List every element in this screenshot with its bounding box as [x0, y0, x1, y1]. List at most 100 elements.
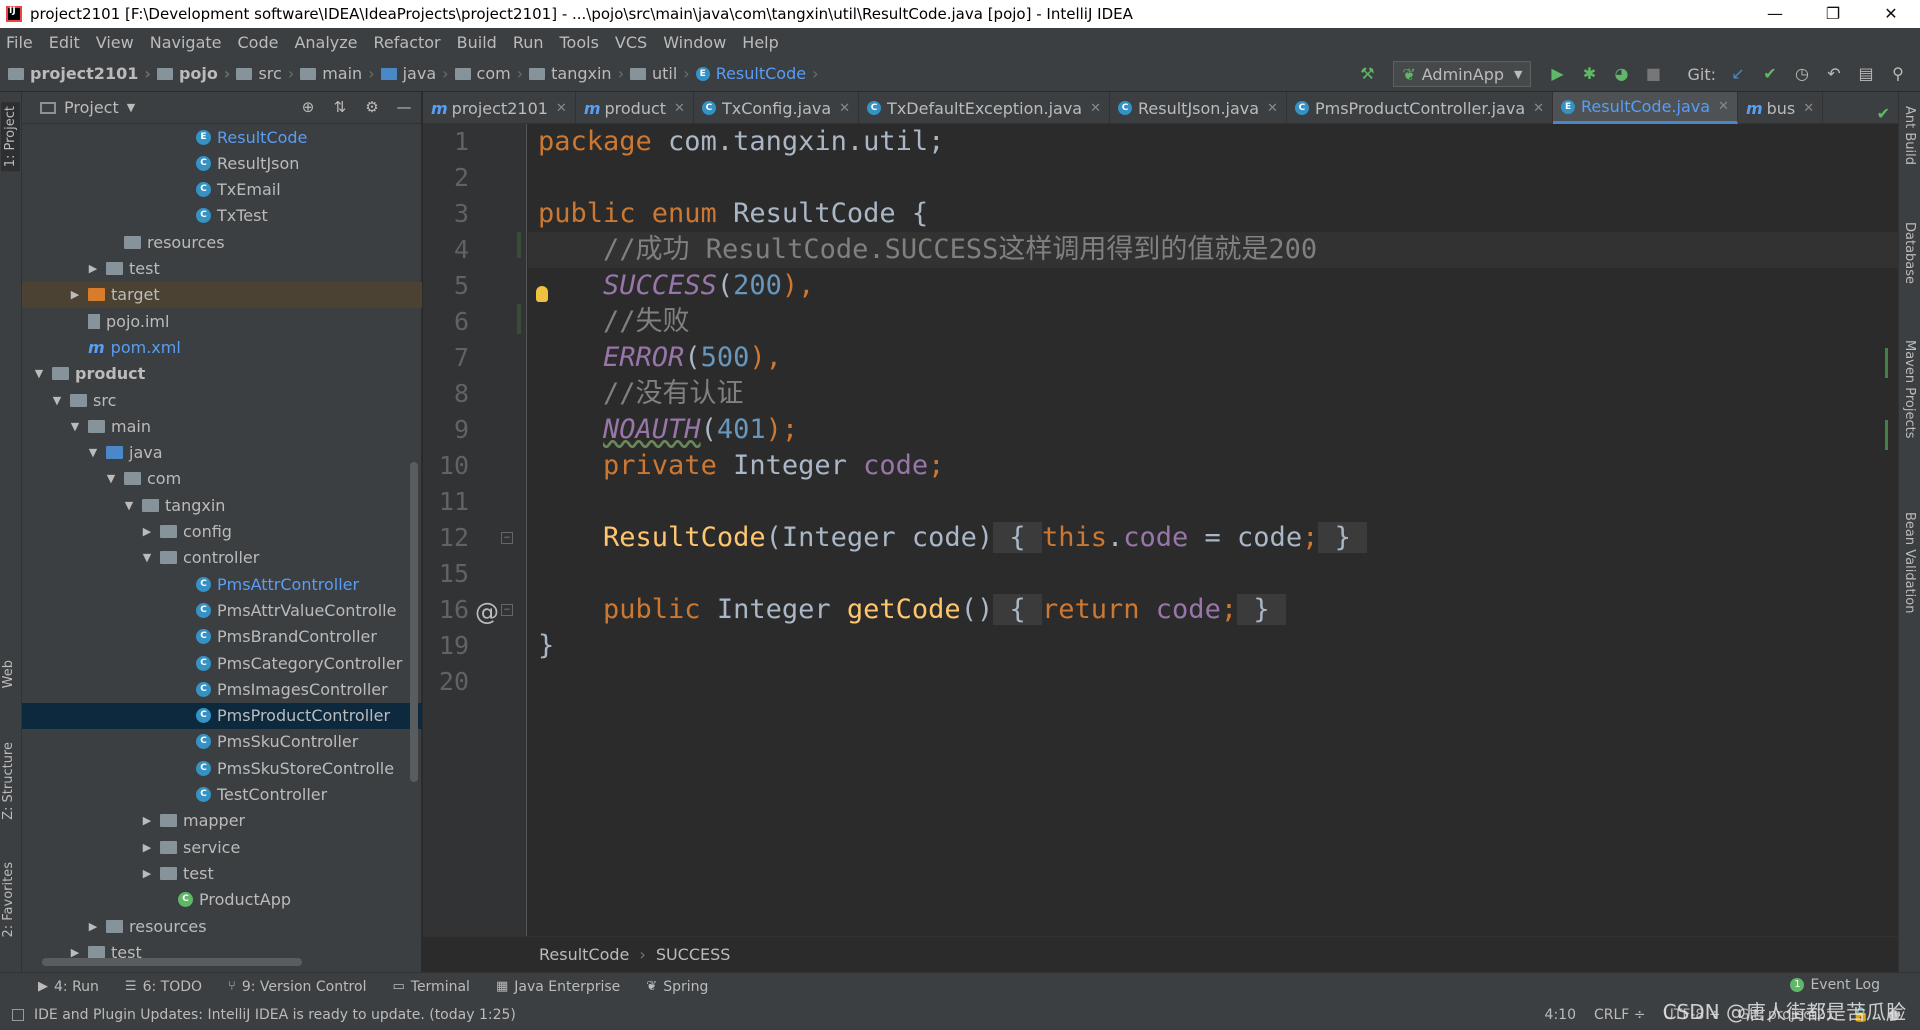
tool-tab-project[interactable]: 1: Project: [1, 102, 20, 172]
tree-item[interactable]: C PmsImagesController: [22, 676, 422, 702]
coverage-icon[interactable]: ◕: [1610, 63, 1632, 85]
tree-item[interactable]: ▶ test: [22, 256, 422, 282]
tree-item[interactable]: ▼ com: [22, 466, 422, 492]
git-update-icon[interactable]: ↙: [1727, 63, 1749, 85]
chevron-down-icon[interactable]: ▼: [127, 101, 135, 114]
tree-item[interactable]: m pom.xml: [22, 334, 422, 360]
menu-build[interactable]: Build: [457, 33, 497, 52]
crumb-project[interactable]: project2101 ›: [8, 64, 151, 83]
close-tab-icon[interactable]: ✕: [1090, 101, 1101, 116]
search-icon[interactable]: ⚲: [1887, 63, 1909, 85]
tree-item[interactable]: C PmsSkuStoreControlle: [22, 755, 422, 781]
tree-item[interactable]: ▼ java: [22, 440, 422, 466]
expanded-arrow-icon[interactable]: ▼: [122, 499, 136, 512]
tree-item[interactable]: pojo.iml: [22, 308, 422, 334]
project-structure-icon[interactable]: ▤: [1855, 63, 1877, 85]
collapsed-arrow-icon[interactable]: ▶: [140, 867, 154, 880]
tree-item[interactable]: ▶ config: [22, 519, 422, 545]
line-separator-select[interactable]: CRLF ÷: [1594, 1007, 1646, 1023]
tool-tab-favorites[interactable]: 2: Favorites: [1, 862, 16, 938]
crumb-com[interactable]: com ›: [454, 64, 523, 83]
tree-item[interactable]: C ProductApp: [22, 887, 422, 913]
gear-icon[interactable]: ⚙: [361, 98, 383, 118]
menu-window[interactable]: Window: [663, 33, 726, 52]
scroll-marker[interactable]: [1885, 348, 1888, 378]
collapsed-arrow-icon[interactable]: ▶: [140, 814, 154, 827]
tree-item[interactable]: ▼ controller: [22, 545, 422, 571]
tree-item[interactable]: ▼ main: [22, 413, 422, 439]
close-tab-icon[interactable]: ✕: [556, 101, 567, 116]
revert-icon[interactable]: ↶: [1823, 63, 1845, 85]
tool-tab-bean-validation[interactable]: Bean Validation: [1902, 512, 1917, 613]
collapsed-arrow-icon[interactable]: ▶: [86, 920, 100, 933]
close-tab-icon[interactable]: ✕: [1267, 101, 1278, 116]
tree-item[interactable]: C TxEmail: [22, 177, 422, 203]
bottom-tool-button[interactable]: ▦ Java Enterprise: [496, 979, 620, 995]
menu-view[interactable]: View: [96, 33, 134, 52]
collapse-all-icon[interactable]: ⇅: [329, 98, 351, 118]
tree-horizontal-scrollbar[interactable]: [42, 958, 302, 966]
collapsed-arrow-icon[interactable]: ▶: [68, 946, 82, 959]
menu-vcs[interactable]: VCS: [615, 33, 647, 52]
editor-tab[interactable]: m bus ✕: [1738, 92, 1824, 124]
expanded-arrow-icon[interactable]: ▼: [140, 551, 154, 564]
tree-item[interactable]: C ResultJson: [22, 150, 422, 176]
tree-item[interactable]: ▼ product: [22, 361, 422, 387]
lightbulb-icon[interactable]: [536, 286, 548, 302]
tree-item[interactable]: C PmsSkuController: [22, 729, 422, 755]
expanded-arrow-icon[interactable]: ▼: [68, 420, 82, 433]
menu-tools[interactable]: Tools: [560, 33, 599, 52]
tree-item[interactable]: ▼ src: [22, 387, 422, 413]
collapsed-arrow-icon[interactable]: ▶: [140, 525, 154, 538]
run-config-select[interactable]: ❦ AdminApp ▼: [1393, 61, 1532, 87]
crumb-tangxin[interactable]: tangxin ›: [529, 64, 624, 83]
collapsed-arrow-icon[interactable]: ▶: [140, 841, 154, 854]
debug-icon[interactable]: ✱: [1578, 63, 1600, 85]
code-area[interactable]: package com.tangxin.util; public enum Re…: [528, 124, 1898, 936]
editor-tab[interactable]: C ResultJson.java ✕: [1110, 92, 1287, 124]
tree-item[interactable]: ▶ target: [22, 281, 422, 308]
tree-item[interactable]: C TestController: [22, 782, 422, 808]
menu-run[interactable]: Run: [513, 33, 544, 52]
tree-item[interactable]: ▼ tangxin: [22, 492, 422, 518]
menu-help[interactable]: Help: [742, 33, 778, 52]
bottom-tool-button[interactable]: ☰ 6: TODO: [125, 979, 202, 995]
run-icon[interactable]: ▶: [1546, 63, 1568, 85]
build-hammer-icon[interactable]: ⚒: [1356, 63, 1378, 85]
crumb-util[interactable]: util ›: [629, 64, 690, 83]
editor-tab[interactable]: m product ✕: [576, 92, 694, 124]
hide-icon[interactable]: —: [393, 98, 415, 118]
scroll-marker[interactable]: [1885, 420, 1888, 450]
menu-edit[interactable]: Edit: [49, 33, 80, 52]
tree-item[interactable]: C PmsAttrController: [22, 571, 422, 597]
tree-vertical-scrollbar[interactable]: [410, 462, 418, 782]
collapsed-arrow-icon[interactable]: ▶: [86, 262, 100, 275]
caret-position[interactable]: 4:10: [1545, 1007, 1576, 1023]
crumb-module[interactable]: pojo ›: [156, 64, 230, 83]
crumb-java[interactable]: java ›: [380, 64, 449, 83]
tree-item[interactable]: ▶ mapper: [22, 808, 422, 834]
tool-tab-ant-build[interactable]: Ant Build: [1902, 106, 1917, 165]
stop-icon[interactable]: ■: [1642, 63, 1664, 85]
tree-item[interactable]: ▶ resources: [22, 913, 422, 939]
editor-tab[interactable]: m project2101 ✕: [423, 92, 576, 124]
tree-item[interactable]: C PmsBrandController: [22, 624, 422, 650]
tool-tab-database[interactable]: Database: [1902, 222, 1917, 284]
menu-refactor[interactable]: Refactor: [374, 33, 441, 52]
collapsed-arrow-icon[interactable]: ▶: [68, 288, 82, 301]
close-tab-icon[interactable]: ✕: [1533, 101, 1544, 116]
git-commit-icon[interactable]: ✔: [1759, 63, 1781, 85]
status-message[interactable]: IDE and Plugin Updates: IntelliJ IDEA is…: [34, 1007, 516, 1023]
menu-navigate[interactable]: Navigate: [150, 33, 222, 52]
crumb-main[interactable]: main ›: [300, 64, 375, 83]
editor-crumb[interactable]: ResultCode: [539, 945, 629, 964]
bottom-tool-button[interactable]: ⑂ 9: Version Control: [228, 979, 366, 995]
crumb-file[interactable]: E ResultCode ›: [695, 64, 819, 83]
editor-tab[interactable]: C TxConfig.java ✕: [694, 92, 860, 124]
restore-button[interactable]: ❐: [1804, 0, 1862, 28]
editor-tab[interactable]: E ResultCode.java ✕: [1553, 92, 1738, 124]
bottom-tool-button[interactable]: ▶ 4: Run: [38, 979, 99, 995]
menu-code[interactable]: Code: [238, 33, 279, 52]
close-tab-icon[interactable]: ✕: [1718, 99, 1729, 114]
history-icon[interactable]: ◷: [1791, 63, 1813, 85]
